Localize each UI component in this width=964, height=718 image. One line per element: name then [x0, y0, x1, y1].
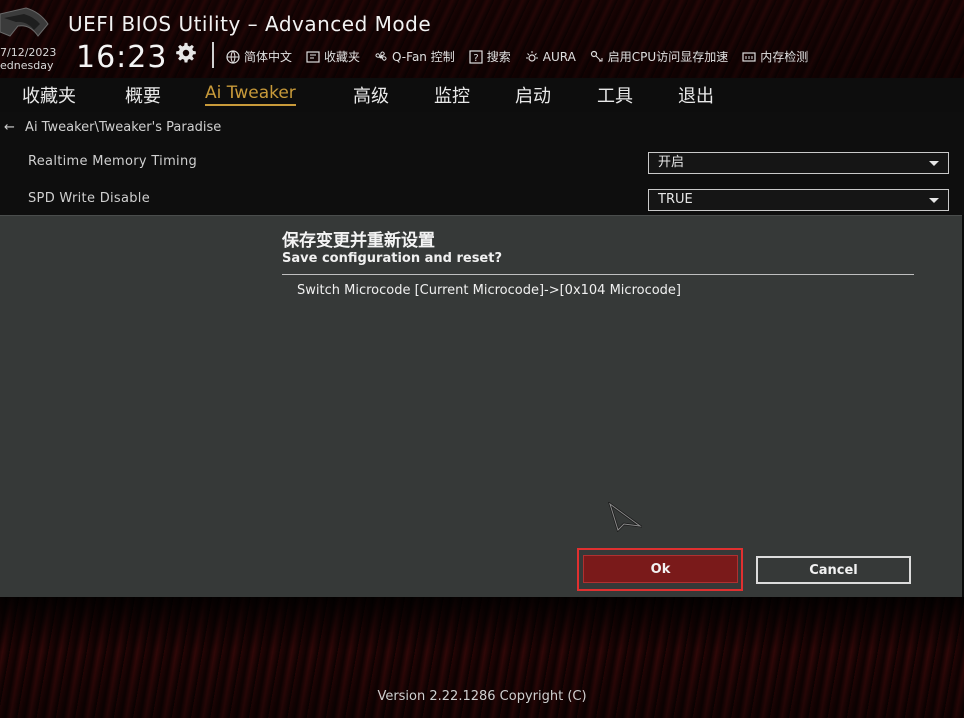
save-reset-dialog: 保存变更并重新设置 Save configuration and reset? …: [0, 215, 962, 597]
toolbar-aura[interactable]: AURA: [525, 48, 576, 65]
toolbar-favorites[interactable]: 收藏夹: [306, 48, 360, 65]
toolbar-search-label: 搜索: [486, 50, 511, 64]
toolbar-language-label: 简体中文: [244, 50, 293, 64]
menu-boot[interactable]: 启动: [515, 82, 551, 108]
dialog-change-item: Switch Microcode [Current Microcode]->[0…: [297, 283, 682, 298]
mouse-cursor-icon: [608, 502, 642, 532]
header-divider: [212, 42, 214, 68]
settings-panel: ← Ai Tweaker\Tweaker's Paradise Realtime…: [0, 112, 964, 215]
memory-icon: [590, 50, 603, 61]
menu-favorites[interactable]: 收藏夹: [22, 82, 76, 108]
realtime-memory-timing-select[interactable]: 开启: [648, 152, 949, 174]
weekday-text: ednesday: [0, 59, 54, 72]
realtime-memory-timing-value: 开启: [658, 155, 685, 170]
breadcrumb-path: Ai Tweaker\Tweaker's Paradise: [25, 120, 222, 135]
bookmark-icon: [306, 50, 320, 63]
toolbar-search[interactable]: ? 搜索: [469, 48, 511, 65]
back-arrow-icon[interactable]: ←: [4, 120, 15, 135]
fan-icon: [375, 50, 387, 61]
toolbar-language[interactable]: 简体中文: [226, 48, 292, 65]
date-display: 7/12/2023 ednesday: [0, 46, 56, 72]
app-title: UEFI BIOS Utility – Advanced Mode: [68, 12, 432, 36]
gear-icon[interactable]: [175, 42, 197, 64]
chevron-down-icon: [929, 198, 939, 203]
menu-monitor[interactable]: 监控: [434, 82, 470, 108]
menu-main[interactable]: 概要: [125, 82, 161, 108]
menu-ai-tweaker[interactable]: Ai Tweaker: [205, 83, 296, 106]
menu-exit[interactable]: 退出: [678, 82, 714, 108]
dialog-title-en: Save configuration and reset?: [282, 251, 503, 266]
breadcrumb[interactable]: ← Ai Tweaker\Tweaker's Paradise: [4, 120, 221, 135]
spd-write-disable-value: TRUE: [658, 192, 693, 207]
version-text: Version 2.22.1286 Copyright (C): [377, 689, 587, 704]
main-menu: 收藏夹 概要 Ai Tweaker 高级 监控 启动 工具 退出: [0, 78, 964, 112]
clock-time: 16:23: [76, 40, 168, 75]
setting-label-spd-write-disable: SPD Write Disable: [28, 191, 151, 206]
dialog-title-cn: 保存变更并重新设置: [282, 231, 435, 251]
footer-bar: Version 2.22.1286 Copyright (C): [0, 597, 964, 718]
toolbar-resizable-bar[interactable]: 启用CPU访问显存加速: [590, 48, 728, 65]
toolbar-memtest[interactable]: 内存检测: [742, 48, 808, 65]
toolbar-aura-label: AURA: [542, 49, 576, 64]
setting-label-realtime-memory-timing: Realtime Memory Timing: [28, 154, 198, 169]
toolbar-memtest-label: 内存检测: [760, 50, 809, 64]
header-toolbar: 简体中文 收藏夹 Q-Fan 控制 ? 搜索 AURA 启用CPU访问显存加速 …: [226, 48, 808, 65]
spd-write-disable-select[interactable]: TRUE: [648, 189, 949, 211]
aura-icon: [525, 50, 538, 62]
menu-tool[interactable]: 工具: [597, 82, 633, 108]
help-icon: ?: [469, 49, 483, 64]
menu-advanced[interactable]: 高级: [353, 82, 389, 108]
date-text: 7/12/2023: [0, 46, 57, 59]
ram-icon: [742, 51, 756, 62]
rog-logo-icon: [0, 7, 49, 37]
toolbar-qfan-label: Q-Fan 控制: [392, 50, 455, 64]
dialog-divider: [282, 274, 914, 275]
svg-text:?: ?: [473, 53, 478, 64]
header-bar: UEFI BIOS Utility – Advanced Mode 7/12/2…: [0, 0, 964, 78]
ok-button[interactable]: Ok: [583, 555, 738, 583]
toolbar-qfan[interactable]: Q-Fan 控制: [374, 48, 455, 65]
chevron-down-icon: [929, 161, 939, 166]
toolbar-resizable-bar-label: 启用CPU访问显存加速: [607, 50, 729, 64]
cancel-button[interactable]: Cancel: [756, 556, 911, 584]
toolbar-favorites-label: 收藏夹: [324, 50, 361, 64]
globe-icon: [226, 49, 240, 64]
